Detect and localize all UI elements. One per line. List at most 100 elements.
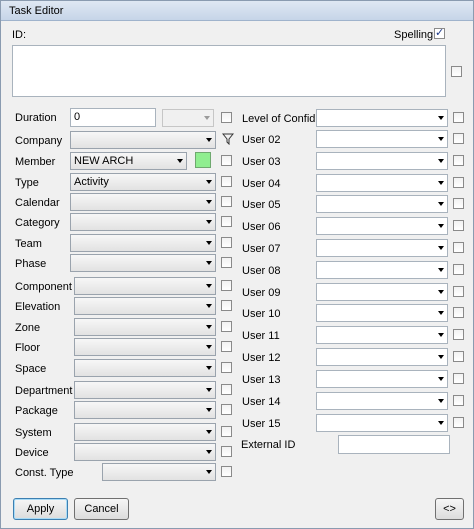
user-02-checkbox[interactable] — [453, 133, 464, 144]
user-07-checkbox[interactable] — [453, 242, 464, 253]
chevron-down-icon — [206, 200, 212, 204]
filter-icon[interactable] — [221, 133, 235, 146]
calendar-label: Calendar — [15, 197, 60, 209]
system-select[interactable] — [74, 423, 216, 441]
user-06-checkbox[interactable] — [453, 220, 464, 231]
department-checkbox[interactable] — [221, 384, 232, 395]
user-09-select[interactable] — [316, 283, 448, 301]
package-checkbox[interactable] — [221, 404, 232, 415]
user-08-checkbox[interactable] — [453, 264, 464, 275]
zone-select[interactable] — [74, 318, 216, 336]
department-label: Department — [15, 385, 73, 397]
device-select[interactable] — [74, 443, 216, 461]
user-12-checkbox[interactable] — [453, 351, 464, 362]
system-checkbox[interactable] — [221, 426, 232, 437]
user-07-select[interactable] — [316, 239, 448, 257]
user-04-select[interactable] — [316, 174, 448, 192]
user-14-checkbox[interactable] — [453, 395, 464, 406]
member-label: Member — [15, 156, 56, 168]
duration-unit-select[interactable] — [162, 109, 214, 127]
elevation-select[interactable] — [74, 297, 216, 315]
user-02-select[interactable] — [316, 130, 448, 148]
chevron-down-icon — [206, 450, 212, 454]
elevation-checkbox[interactable] — [221, 300, 232, 311]
user-08-select[interactable] — [316, 261, 448, 279]
category-label: Category — [15, 217, 60, 229]
user-15-select[interactable] — [316, 414, 448, 432]
zone-checkbox[interactable] — [221, 321, 232, 332]
duration-checkbox[interactable] — [221, 112, 232, 123]
apply-button[interactable]: Apply — [13, 498, 68, 520]
department-select[interactable] — [74, 381, 216, 399]
user-05-label: User 05 — [242, 199, 281, 211]
floor-checkbox[interactable] — [221, 341, 232, 352]
phase-checkbox[interactable] — [221, 257, 232, 268]
user-03-label: User 03 — [242, 156, 281, 168]
cancel-button[interactable]: Cancel — [74, 498, 129, 520]
user-15-checkbox[interactable] — [453, 417, 464, 428]
company-select[interactable] — [70, 131, 216, 149]
user-04-checkbox[interactable] — [453, 177, 464, 188]
spelling-checkbox[interactable] — [434, 26, 445, 39]
external-id-label: External ID — [241, 439, 296, 451]
user-14-label: User 14 — [242, 396, 281, 408]
space-label: Space — [15, 363, 47, 375]
chevron-down-icon — [438, 268, 444, 272]
user-11-checkbox[interactable] — [453, 329, 464, 340]
level-of-confid-checkbox[interactable] — [453, 112, 464, 123]
user-10-checkbox[interactable] — [453, 307, 464, 318]
device-label: Device — [15, 447, 49, 459]
type-checkbox[interactable] — [221, 176, 232, 187]
space-checkbox[interactable] — [221, 362, 232, 373]
phase-select[interactable] — [70, 254, 216, 272]
member-select[interactable]: NEW ARCH — [70, 152, 187, 170]
external-id-input[interactable] — [338, 435, 450, 454]
user-14-select[interactable] — [316, 392, 448, 410]
component-checkbox[interactable] — [221, 280, 232, 291]
user-13-checkbox[interactable] — [453, 373, 464, 384]
const-type-checkbox[interactable] — [221, 466, 232, 477]
phase-label: Phase — [15, 258, 47, 270]
chevron-down-icon — [206, 470, 212, 474]
type-select[interactable]: Activity — [70, 173, 216, 191]
chevron-down-icon — [206, 345, 212, 349]
team-checkbox[interactable] — [221, 237, 232, 248]
space-select[interactable] — [74, 359, 216, 377]
chevron-down-icon — [206, 408, 212, 412]
user-05-checkbox[interactable] — [453, 198, 464, 209]
chevron-down-icon — [438, 224, 444, 228]
floor-select[interactable] — [74, 338, 216, 356]
company-label: Company — [15, 135, 63, 147]
category-checkbox[interactable] — [221, 216, 232, 227]
user-03-checkbox[interactable] — [453, 155, 464, 166]
calendar-select[interactable] — [70, 193, 216, 211]
description-checkbox[interactable] — [451, 66, 462, 77]
member-select-value: NEW ARCH — [74, 155, 134, 167]
category-select[interactable] — [70, 213, 216, 231]
spelling-label: Spelling — [394, 29, 434, 41]
user-11-select[interactable] — [316, 326, 448, 344]
device-checkbox[interactable] — [221, 446, 232, 457]
member-color-swatch[interactable] — [195, 152, 211, 168]
component-label: Component — [15, 281, 72, 293]
user-10-select[interactable] — [316, 304, 448, 322]
member-checkbox[interactable] — [221, 155, 232, 166]
user-06-select[interactable] — [316, 217, 448, 235]
expand-toggle-button[interactable]: <> — [435, 498, 464, 520]
chevron-down-icon — [438, 246, 444, 250]
package-select[interactable] — [74, 401, 216, 419]
user-03-select[interactable] — [316, 152, 448, 170]
user-12-select[interactable] — [316, 348, 448, 366]
level-of-confid-select[interactable] — [316, 109, 448, 127]
user-13-select[interactable] — [316, 370, 448, 388]
component-select[interactable] — [74, 277, 216, 295]
user-09-checkbox[interactable] — [453, 286, 464, 297]
const-type-select[interactable] — [102, 463, 216, 481]
chevron-down-icon — [206, 325, 212, 329]
team-select[interactable] — [70, 234, 216, 252]
chevron-down-icon — [438, 421, 444, 425]
user-05-select[interactable] — [316, 195, 448, 213]
duration-input[interactable]: 0 — [70, 108, 156, 127]
id-description-textarea[interactable] — [12, 45, 446, 97]
calendar-checkbox[interactable] — [221, 196, 232, 207]
